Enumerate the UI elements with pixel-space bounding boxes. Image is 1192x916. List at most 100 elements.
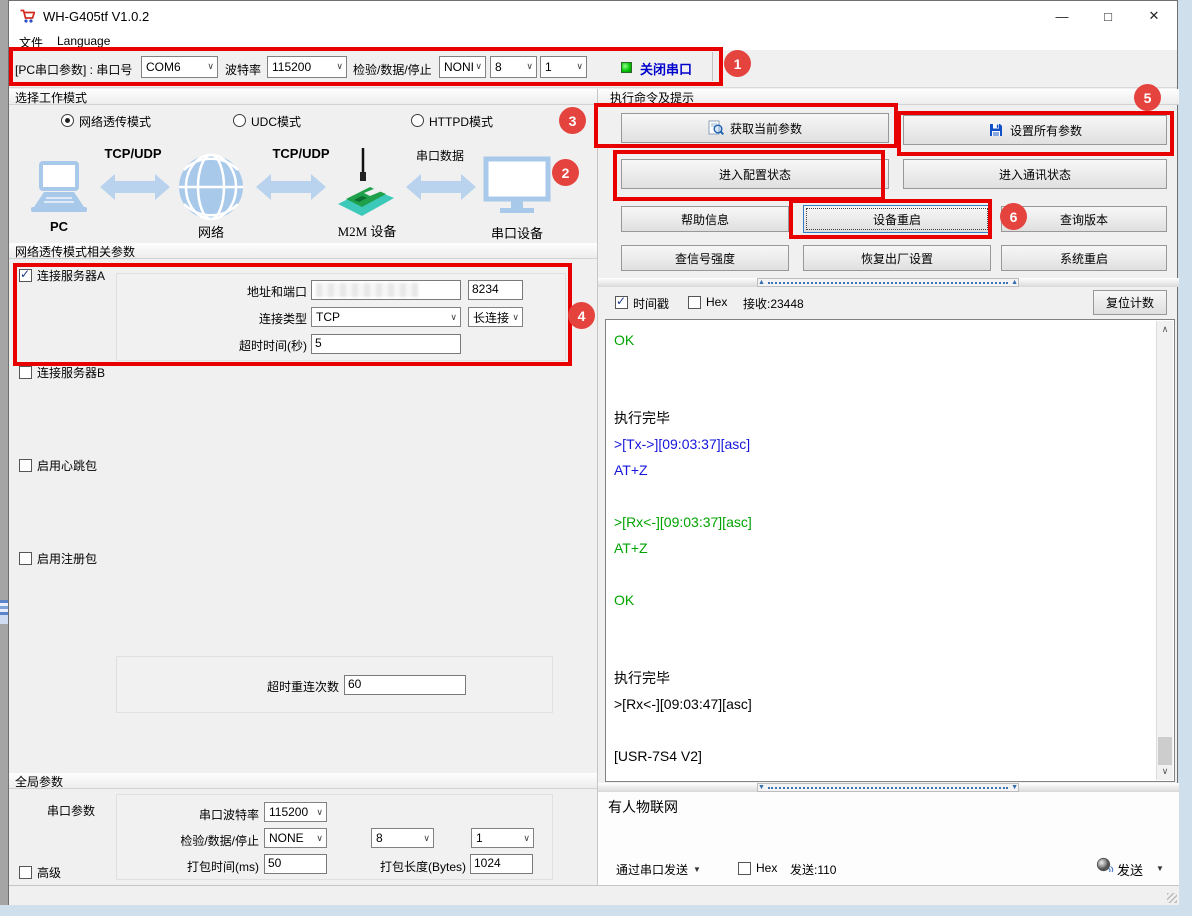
conn-mode-select[interactable]: 长连接 ∨ [468, 307, 523, 327]
m2m-device-icon [334, 146, 398, 224]
log-scrollbar[interactable]: ∧ ∨ [1156, 321, 1173, 780]
get-params-button[interactable]: 获取当前参数 [621, 113, 889, 143]
close-button[interactable]: ✕ [1131, 1, 1177, 31]
minimize-button[interactable]: — [1039, 1, 1085, 31]
advanced-checkbox[interactable]: ✓ [19, 866, 32, 879]
g-parity-select[interactable]: NONE ∨ [264, 828, 327, 848]
send-button[interactable]: 发送 [1117, 860, 1143, 879]
resize-grip[interactable] [1167, 893, 1177, 903]
device-restart-button[interactable]: 设备重启 [803, 205, 991, 233]
conn-type-select[interactable]: TCP ∨ [311, 307, 461, 327]
splitter-up-icon: ▲ [1011, 279, 1018, 286]
splitter-grip[interactable]: ▼ ▼ [757, 783, 1019, 792]
chevron-down-icon: ∨ [523, 833, 530, 844]
maximize-button[interactable]: □ [1085, 1, 1131, 31]
radio-httpd-mode[interactable] [411, 114, 424, 127]
send-splitter[interactable]: ▼ ▼ [598, 783, 1179, 792]
background-app-icon [0, 600, 8, 624]
system-restart-button[interactable]: 系统重启 [1001, 245, 1167, 271]
help-button[interactable]: 帮助信息 [621, 206, 789, 232]
pack-len-input[interactable]: 1024 [470, 854, 533, 874]
server-b-checkbox[interactable]: ✓ [19, 366, 32, 379]
log-hex-checkbox[interactable]: ✓ [688, 296, 701, 309]
signal-strength-button[interactable]: 查信号强度 [621, 245, 789, 271]
serial-device-monitor-icon [483, 156, 551, 216]
g-baud-label: 串口波特率 [154, 806, 259, 823]
scroll-down-icon[interactable]: ∨ [1157, 766, 1173, 777]
log-splitter[interactable]: ▲ ▲ [598, 278, 1179, 287]
serial-params-label: 串口参数 [47, 802, 95, 819]
command-panel-header: 执行命令及提示 [598, 89, 1179, 105]
menu-language[interactable]: Language [57, 34, 110, 48]
log-line: 执行完毕 [614, 665, 1139, 691]
log-line: AT+Z [614, 457, 1139, 483]
server-a-checkbox[interactable]: ✓ [19, 269, 32, 282]
scroll-up-icon[interactable]: ∧ [1157, 324, 1173, 335]
parity-select[interactable]: NONI ∨ [439, 56, 486, 78]
baud-select[interactable]: 115200 ∨ [267, 56, 347, 78]
g-databits-select[interactable]: 8 ∨ [371, 828, 434, 848]
dropdown-arrow-icon[interactable]: ▼ [693, 865, 701, 874]
heartbeat-checkbox[interactable]: ✓ [19, 459, 32, 472]
double-arrow-icon [405, 171, 477, 203]
com-port-select[interactable]: COM6 ∨ [141, 56, 218, 78]
log-output[interactable]: OK 执行完毕>[Tx->][09:03:37][asc]AT+Z >[Rx<-… [605, 319, 1175, 782]
set-params-label: 设置所有参数 [1010, 122, 1082, 139]
diagram-network-label: 网络 [187, 222, 235, 241]
radio-udc-mode[interactable] [233, 114, 246, 127]
timestamp-checkbox[interactable]: ✓ [615, 296, 628, 309]
desktop-background: WH-G405tf V1.0.2 — □ ✕ 文件 Language [PC串口… [0, 0, 1192, 916]
timeout-input[interactable]: 5 [311, 334, 461, 354]
log-line [614, 639, 1139, 665]
log-line [614, 613, 1139, 639]
send-mode-dropdown[interactable]: 通过串口发送 [616, 861, 688, 878]
enter-config-button[interactable]: 进入配置状态 [621, 159, 889, 189]
stopbits-value: 1 [545, 60, 552, 74]
reconnect-label: 超时重连次数 [184, 678, 339, 695]
pack-time-input[interactable]: 50 [264, 854, 327, 874]
databits-select[interactable]: 8 ∨ [490, 56, 537, 78]
send-dropdown-arrow-icon[interactable]: ▼ [1156, 864, 1164, 873]
double-arrow-icon [99, 171, 171, 203]
send-speaker-icon [1096, 857, 1114, 875]
splitter-dots [768, 787, 1008, 789]
enter-comm-button[interactable]: 进入通讯状态 [903, 159, 1167, 189]
port-open-led-icon [621, 62, 632, 73]
close-serial-button[interactable]: 关闭串口 [640, 59, 692, 78]
pc-serial-params-label: [PC串口参数] : 串口号 [15, 61, 132, 78]
diagram-serial-device-label: 串口设备 [485, 223, 549, 242]
splitter-grip[interactable]: ▲ ▲ [757, 278, 1019, 287]
log-line [614, 483, 1139, 509]
chevron-down-icon: ∨ [207, 61, 214, 72]
set-params-button[interactable]: 设置所有参数 [903, 115, 1167, 145]
log-line: >[Rx<-][09:03:47][asc] [614, 691, 1139, 717]
register-checkbox[interactable]: ✓ [19, 552, 32, 565]
log-line [614, 717, 1139, 743]
databits-value: 8 [495, 60, 502, 74]
send-hex-checkbox[interactable]: ✓ [738, 862, 751, 875]
server-address-input[interactable] [311, 280, 461, 300]
factory-reset-button[interactable]: 恢复出厂设置 [803, 245, 991, 271]
reset-count-button[interactable]: 复位计数 [1093, 290, 1167, 315]
scrollbar-thumb[interactable] [1158, 737, 1172, 765]
g-baud-select[interactable]: 115200 ∨ [264, 802, 327, 822]
annotation-badge-3: 3 [559, 107, 586, 134]
stopbits-select[interactable]: 1 ∨ [540, 56, 587, 78]
server-b-label: 连接服务器B [37, 364, 105, 381]
search-doc-icon [708, 120, 724, 136]
com-port-value: COM6 [146, 60, 181, 74]
menu-file[interactable]: 文件 [19, 34, 43, 51]
reconnect-input[interactable]: 60 [344, 675, 466, 695]
sent-count-label: 发送:110 [790, 861, 836, 878]
log-line: >[Tx->][09:03:37][asc] [614, 431, 1139, 457]
chevron-down-icon: ∨ [336, 61, 343, 72]
toolbar-separator [712, 52, 713, 81]
conn-type-value: TCP [316, 310, 340, 324]
splitter-down-icon: ▼ [1011, 784, 1018, 791]
g-stopbits-select[interactable]: 1 ∨ [471, 828, 534, 848]
radio-transparent-mode[interactable] [61, 114, 74, 127]
recv-count-label: 接收:23448 [743, 295, 804, 312]
server-port-input[interactable]: 8234 [468, 280, 523, 300]
check-icon: ✓ [616, 294, 626, 308]
conn-mode-value: 长连接 [473, 309, 509, 326]
